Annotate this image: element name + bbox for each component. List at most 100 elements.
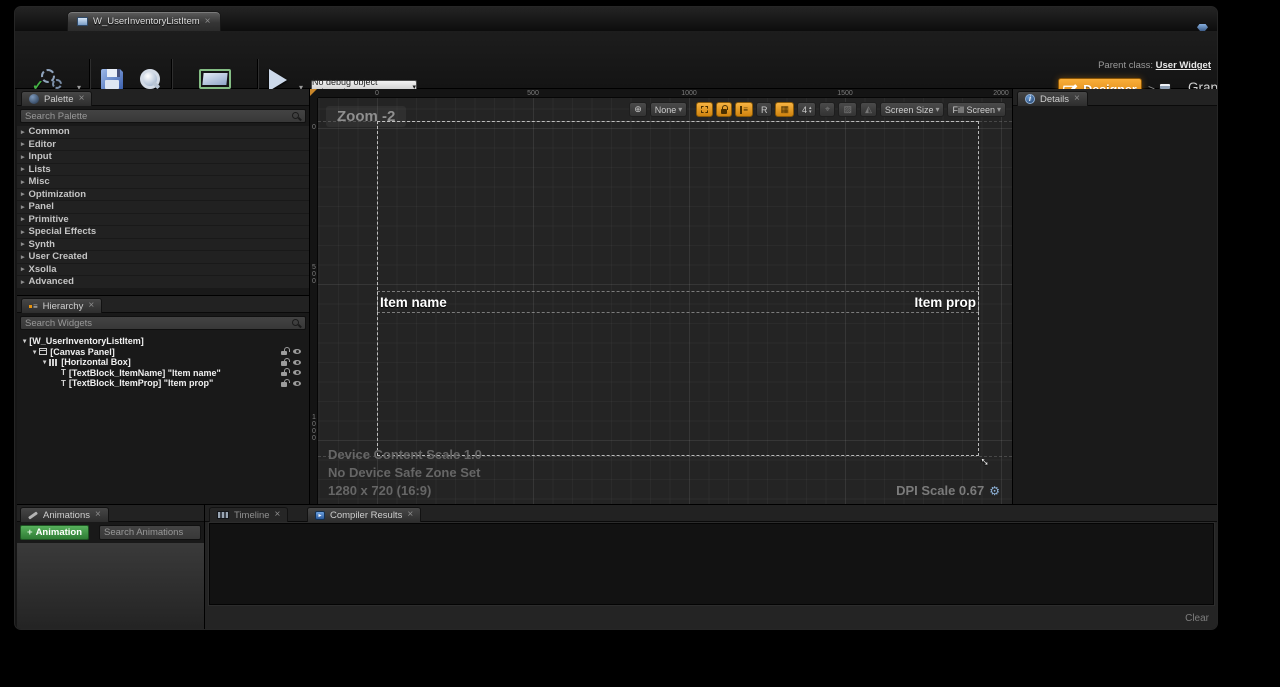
animations-title: Animations (43, 510, 90, 521)
designer-canvas[interactable]: 0 500 1000 1500 2000 0 500 1000 Zoom -2 … (309, 89, 1013, 504)
expander-icon[interactable]: ▸ (21, 178, 25, 186)
flip-preview-button[interactable]: ◭ (860, 102, 877, 117)
parent-class-link[interactable]: User Widget (1156, 60, 1211, 71)
compiler-close-icon[interactable]: × (407, 510, 413, 520)
compiler-results-log[interactable] (209, 523, 1214, 605)
visibility-eye-icon[interactable] (293, 381, 301, 386)
expander-icon[interactable]: ▸ (21, 215, 25, 223)
hierarchy-tab-strip: ≡ Hierarchy × (17, 296, 309, 313)
palette-category-editor[interactable]: ▸Editor (17, 139, 309, 152)
expander-icon[interactable]: ▸ (21, 153, 25, 161)
expander-icon[interactable]: ▸ (21, 278, 25, 286)
category-label: Advanced (29, 276, 74, 287)
visibility-eye-icon[interactable] (293, 370, 301, 375)
ruler-tick: 1000 (681, 89, 697, 98)
add-animation-button[interactable]: + Animation (20, 525, 89, 540)
tab-compiler-results[interactable]: ▸ Compiler Results × (307, 507, 421, 522)
visibility-eye-icon[interactable] (293, 360, 301, 365)
palette-category-input[interactable]: ▸Input (17, 151, 309, 164)
expander-icon[interactable]: ▸ (21, 203, 25, 211)
fill-screen-dropdown[interactable]: Fill Screen▾ (947, 102, 1006, 117)
text-baseline-button[interactable]: ≡ (735, 102, 753, 117)
localization-globe-button[interactable]: ⊕ (629, 102, 647, 117)
screen-size-dropdown[interactable]: Screen Size▾ (880, 102, 945, 117)
expander-icon[interactable]: ▾ (33, 348, 36, 356)
timeline-film-icon (217, 511, 229, 519)
vertical-ruler: 0 500 1000 (310, 98, 318, 504)
spinner-arrows-icon[interactable]: ▴▾ (809, 106, 812, 114)
tab-hierarchy[interactable]: ≡ Hierarchy × (21, 298, 102, 313)
tab-animations[interactable]: Animations × (20, 507, 109, 522)
canvas-panel-selection[interactable] (377, 121, 979, 456)
animations-close-icon[interactable]: × (95, 510, 101, 520)
palette-category-lists[interactable]: ▸Lists (17, 164, 309, 177)
tree-row-horizontal-box[interactable]: ▾ [Horizontal Box] (17, 357, 309, 368)
visibility-eye-icon[interactable] (293, 349, 301, 354)
lock-icon[interactable] (281, 372, 287, 377)
hierarchy-close-icon[interactable]: × (88, 301, 94, 311)
palette-category-common[interactable]: ▸Common (17, 126, 309, 139)
palette-category-primitive[interactable]: ▸Primitive (17, 214, 309, 227)
ruler-tick: 2000 (993, 89, 1009, 98)
lock-icon[interactable] (281, 382, 287, 387)
expander-icon[interactable]: ▸ (21, 165, 25, 173)
grid-snap-toggle-button[interactable]: ▦ (775, 102, 794, 117)
horizontal-box-widget[interactable]: Item name Item prop (377, 291, 979, 313)
clear-log-button[interactable]: Clear (1185, 613, 1209, 624)
timeline-close-icon[interactable]: × (275, 510, 281, 520)
lock-icon (721, 109, 727, 114)
tree-row-canvas-panel[interactable]: ▾ [Canvas Panel] (17, 347, 309, 358)
dpi-settings-gear-icon[interactable]: ⚙ (989, 484, 1000, 498)
outline-toggle-button[interactable] (696, 102, 713, 117)
localization-preview-dropdown[interactable]: None▾ (650, 102, 688, 117)
palette-search-input[interactable] (21, 111, 292, 122)
palette-category-synth[interactable]: ▸Synth (17, 239, 309, 252)
palette-search[interactable] (20, 109, 306, 123)
tree-row-textblock-itemname[interactable]: T [TextBlock_ItemName] "Item name" (17, 368, 309, 379)
palette-category-user-created[interactable]: ▸User Created (17, 251, 309, 264)
tab-details[interactable]: i Details × (1017, 91, 1088, 106)
grid-snap-size-spinner[interactable]: 4▴▾ (797, 102, 817, 117)
item-prop-textblock[interactable]: Item prop (914, 295, 976, 310)
respect-locks-button[interactable] (716, 102, 732, 117)
tree-row-root[interactable]: ▾ [W_UserInventoryListItem] (17, 336, 309, 347)
expander-icon[interactable]: ▸ (21, 240, 25, 248)
safe-zone-button[interactable]: ⌖ (819, 102, 835, 117)
palette-category-special-effects[interactable]: ▸Special Effects (17, 226, 309, 239)
tree-row-textblock-itemprop[interactable]: T [TextBlock_ItemProp] "Item prop" (17, 378, 309, 389)
preview-background-button[interactable]: ▨ (838, 102, 857, 117)
raw-edit-button[interactable]: R (756, 102, 773, 117)
expander-icon[interactable]: ▸ (21, 190, 25, 198)
expander-icon[interactable]: ▸ (21, 265, 25, 273)
tab-palette[interactable]: Palette × (21, 91, 92, 106)
palette-category-panel[interactable]: ▸Panel (17, 201, 309, 214)
tab-timeline[interactable]: Timeline × (209, 507, 288, 522)
design-grid[interactable]: Zoom -2 ⊕ None▾ ≡ R ▦ 4▴▾ ⌖ ▨ ◭ Screen S… (318, 98, 1012, 504)
hierarchy-search[interactable] (20, 316, 306, 330)
lock-icon[interactable] (281, 351, 287, 356)
expander-icon[interactable]: ▸ (21, 253, 25, 261)
expander-icon[interactable]: ▾ (43, 358, 46, 366)
expander-icon[interactable]: ▸ (21, 128, 25, 136)
hierarchy-search-input[interactable] (21, 318, 292, 329)
details-close-icon[interactable]: × (1074, 94, 1080, 104)
expander-icon[interactable]: ▾ (23, 337, 26, 345)
asset-tab-close-icon[interactable]: × (205, 17, 211, 27)
expander-icon[interactable]: ▸ (21, 140, 25, 148)
palette-category-misc[interactable]: ▸ Misc (17, 176, 309, 189)
play-icon (269, 69, 287, 91)
asset-tab[interactable]: W_UserInventoryListItem × (67, 11, 221, 31)
screen-size-label: Screen Size (885, 105, 934, 115)
expander-icon[interactable]: ▸ (21, 228, 25, 236)
palette-category-optimization[interactable]: ▸Optimization (17, 189, 309, 202)
palette-category-xsolla[interactable]: ▸Xsolla (17, 264, 309, 277)
animations-search[interactable] (99, 525, 201, 540)
none-label: None (655, 105, 677, 115)
dpi-scale: DPI Scale 0.67 ⚙ (896, 483, 1000, 498)
lock-icon[interactable] (281, 361, 287, 366)
palette-close-icon[interactable]: × (79, 94, 85, 104)
ruler-tick: 500 (311, 264, 317, 285)
category-label: Misc (29, 176, 50, 187)
palette-category-advanced[interactable]: ▸ Advanced (17, 276, 309, 289)
item-name-textblock[interactable]: Item name (380, 295, 447, 310)
